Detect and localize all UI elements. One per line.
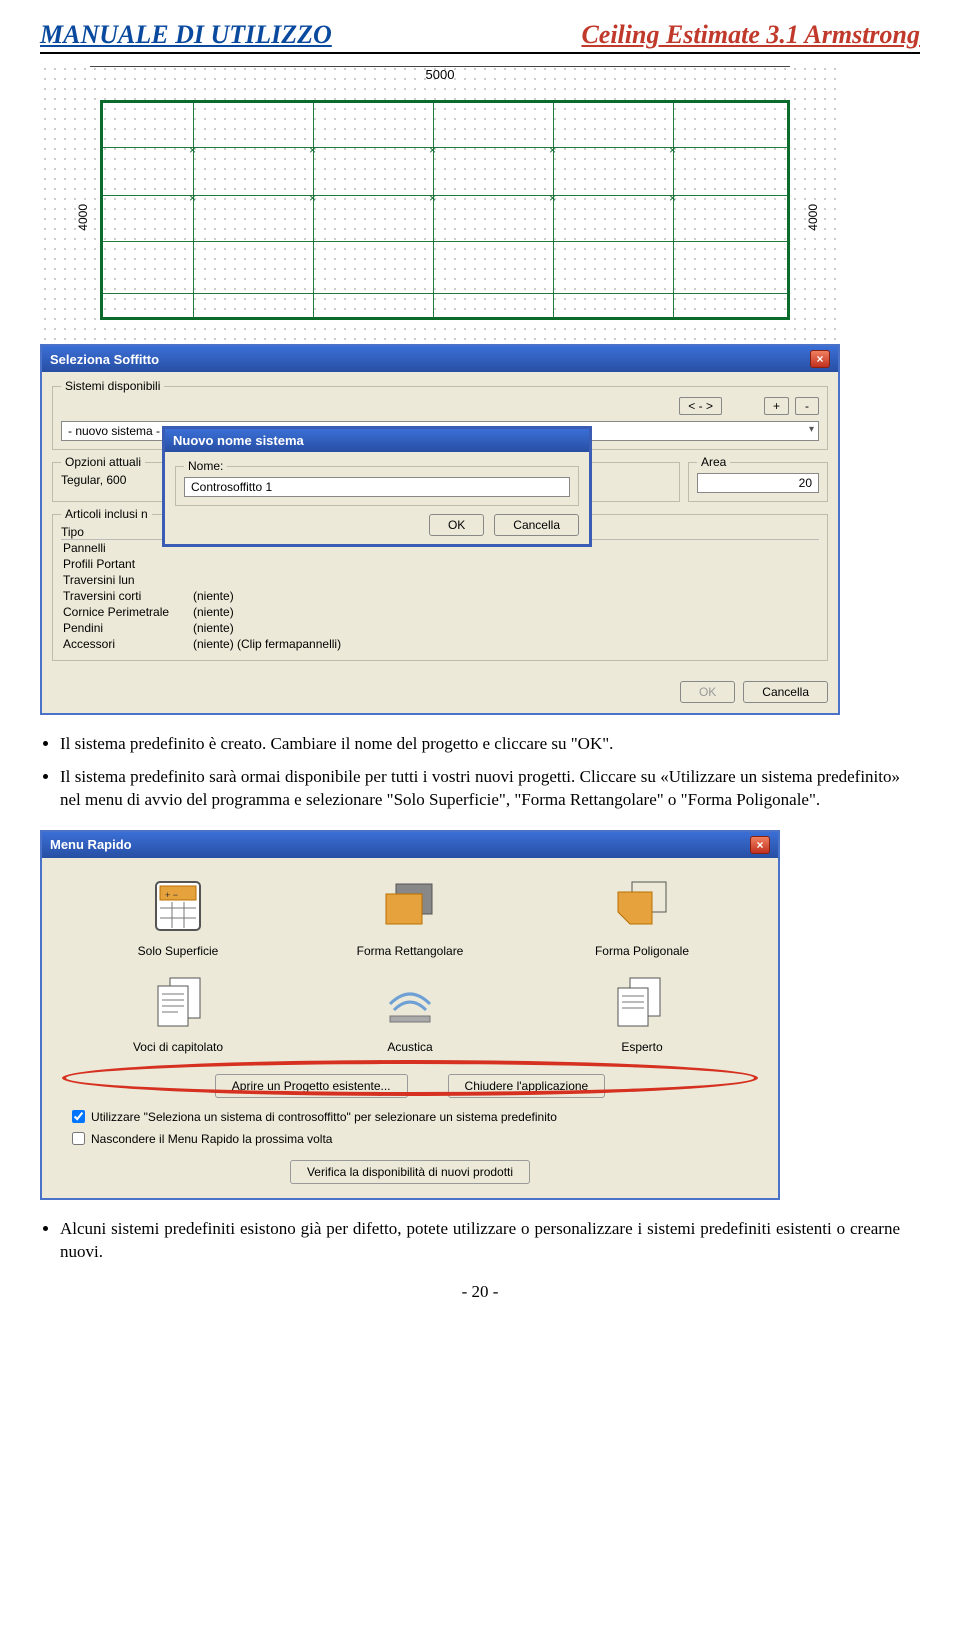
page-number: - 20 - bbox=[40, 1282, 920, 1302]
cell-type: Traversini corti bbox=[61, 588, 191, 604]
document-icon bbox=[146, 972, 210, 1032]
header-left: MANUALE DI UTILIZZO bbox=[40, 20, 332, 50]
cell-value bbox=[191, 572, 819, 588]
item-esperto[interactable]: Esperto bbox=[536, 972, 748, 1054]
table-row[interactable]: Traversini corti(niente) bbox=[61, 588, 819, 604]
mr-label-4: Acustica bbox=[387, 1040, 432, 1054]
svg-text:+ −: + − bbox=[165, 890, 178, 900]
mr-label-3: Voci di capitolato bbox=[133, 1040, 223, 1054]
cell-type: Profili Portant bbox=[61, 556, 191, 572]
polygon-icon bbox=[610, 876, 674, 936]
dim-right-label: 4000 bbox=[806, 204, 820, 231]
select-ceiling-window: Seleziona Soffitto × Sistemi disponibili… bbox=[40, 344, 840, 715]
check1-label: Utilizzare "Seleziona un sistema di cont… bbox=[91, 1110, 557, 1124]
close-app-button[interactable]: Chiudere l'applicazione bbox=[448, 1074, 606, 1098]
nav-button[interactable]: < - > bbox=[679, 397, 722, 415]
item-solo-superficie[interactable]: + − Solo Superficie bbox=[72, 876, 284, 958]
check2-label: Nascondere il Menu Rapido la prossima vo… bbox=[91, 1132, 332, 1146]
name-input[interactable]: Controsoffitto 1 bbox=[184, 477, 570, 497]
area-legend: Area bbox=[697, 455, 730, 469]
close-icon[interactable]: × bbox=[750, 836, 770, 854]
area-value: 20 bbox=[697, 473, 819, 493]
dialog-titlebar[interactable]: Nuovo nome sistema bbox=[165, 429, 589, 452]
document-header: MANUALE DI UTILIZZO Ceiling Estimate 3.1… bbox=[40, 20, 920, 54]
options-legend: Opzioni attuali bbox=[61, 455, 145, 469]
item-voci-capitolato[interactable]: Voci di capitolato bbox=[72, 972, 284, 1054]
rect-outline: × × × × × × × × × × bbox=[100, 100, 790, 320]
open-project-button[interactable]: Aprire un Progetto esistente... bbox=[215, 1074, 408, 1098]
red-highlight-ellipse bbox=[62, 1060, 758, 1096]
dialog-ok-button[interactable]: OK bbox=[429, 514, 484, 536]
minus-button[interactable]: - bbox=[795, 397, 819, 415]
cell-value bbox=[191, 556, 819, 572]
articles-legend: Articoli inclusi n bbox=[61, 507, 152, 521]
plus-button[interactable]: + bbox=[764, 397, 789, 415]
calculator-icon: + − bbox=[146, 876, 210, 936]
cell-type: Cornice Perimetrale bbox=[61, 604, 191, 620]
verify-products-button[interactable]: Verifica la disponibilità di nuovi prodo… bbox=[290, 1160, 530, 1184]
header-right: Ceiling Estimate 3.1 Armstrong bbox=[581, 20, 920, 50]
cancel-button[interactable]: Cancella bbox=[743, 681, 828, 703]
table-row[interactable]: Accessori(niente) (Clip fermapannelli) bbox=[61, 636, 819, 652]
item-acustica[interactable]: Acustica bbox=[304, 972, 516, 1054]
mr-label-5: Esperto bbox=[621, 1040, 662, 1054]
new-name-dialog: Nuovo nome sistema Nome: Controsoffitto … bbox=[162, 426, 592, 547]
cell-value: (niente) bbox=[191, 588, 819, 604]
name-legend: Nome: bbox=[184, 459, 227, 473]
systems-legend: Sistemi disponibili bbox=[61, 379, 164, 393]
table-row[interactable]: Traversini lun bbox=[61, 572, 819, 588]
bullet-3: Alcuni sistemi predefiniti esistono già … bbox=[60, 1218, 900, 1264]
ceiling-drawing: 5000 × × × × × × × × × × 4000 4000 bbox=[40, 64, 840, 344]
checkbox-2[interactable] bbox=[72, 1132, 85, 1145]
body-bullets-2: Alcuni sistemi predefiniti esistono già … bbox=[60, 1218, 900, 1264]
item-forma-poligonale[interactable]: Forma Poligonale bbox=[536, 876, 748, 958]
mr-label-1: Forma Rettangolare bbox=[357, 944, 464, 958]
bullet-2: Il sistema predefinito sarà ormai dispon… bbox=[60, 766, 900, 812]
expert-icon bbox=[610, 972, 674, 1032]
dialog-cancel-button[interactable]: Cancella bbox=[494, 514, 579, 536]
cell-type: Traversini lun bbox=[61, 572, 191, 588]
use-default-checkbox[interactable]: Utilizzare "Seleziona un sistema di cont… bbox=[42, 1106, 778, 1128]
dim-top-label: 5000 bbox=[426, 67, 455, 82]
dialog-title: Nuovo nome sistema bbox=[173, 433, 304, 448]
cell-value: (niente) bbox=[191, 604, 819, 620]
quick-menu-window: Menu Rapido × + − Solo Superficie Forma … bbox=[40, 830, 780, 1200]
mr-label-0: Solo Superficie bbox=[138, 944, 219, 958]
dimension-top: 5000 bbox=[90, 66, 790, 82]
hide-menu-checkbox[interactable]: Nascondere il Menu Rapido la prossima vo… bbox=[42, 1128, 778, 1150]
name-group: Nome: Controsoffitto 1 bbox=[175, 466, 579, 506]
body-bullets-1: Il sistema predefinito è creato. Cambiar… bbox=[60, 733, 900, 812]
cell-type: Pendini bbox=[61, 620, 191, 636]
area-group: Area 20 bbox=[688, 462, 828, 502]
quick-menu-titlebar[interactable]: Menu Rapido × bbox=[42, 832, 778, 858]
table-row[interactable]: Cornice Perimetrale(niente) bbox=[61, 604, 819, 620]
cell-value: (niente) bbox=[191, 620, 819, 636]
acoustic-icon bbox=[378, 972, 442, 1032]
quick-menu-title: Menu Rapido bbox=[50, 837, 132, 852]
bullet-1: Il sistema predefinito è creato. Cambiar… bbox=[60, 733, 900, 756]
cell-type: Accessori bbox=[61, 636, 191, 652]
table-row[interactable]: Pendini(niente) bbox=[61, 620, 819, 636]
table-row[interactable]: Profili Portant bbox=[61, 556, 819, 572]
rectangle-icon bbox=[378, 876, 442, 936]
dim-left-label: 4000 bbox=[76, 204, 90, 231]
options-value: Tegular, 600 bbox=[61, 473, 126, 487]
checkbox-1[interactable] bbox=[72, 1110, 85, 1123]
close-icon[interactable]: × bbox=[810, 350, 830, 368]
quick-menu-buttons: Aprire un Progetto esistente... Chiudere… bbox=[42, 1066, 778, 1106]
window-title: Seleziona Soffitto bbox=[50, 352, 159, 367]
quick-menu-grid: + − Solo Superficie Forma Rettangolare F… bbox=[42, 858, 778, 1066]
ok-button: OK bbox=[680, 681, 735, 703]
mr-label-2: Forma Poligonale bbox=[595, 944, 689, 958]
item-forma-rettangolare[interactable]: Forma Rettangolare bbox=[304, 876, 516, 958]
window-titlebar[interactable]: Seleziona Soffitto × bbox=[42, 346, 838, 372]
cell-value: (niente) (Clip fermapannelli) bbox=[191, 636, 819, 652]
